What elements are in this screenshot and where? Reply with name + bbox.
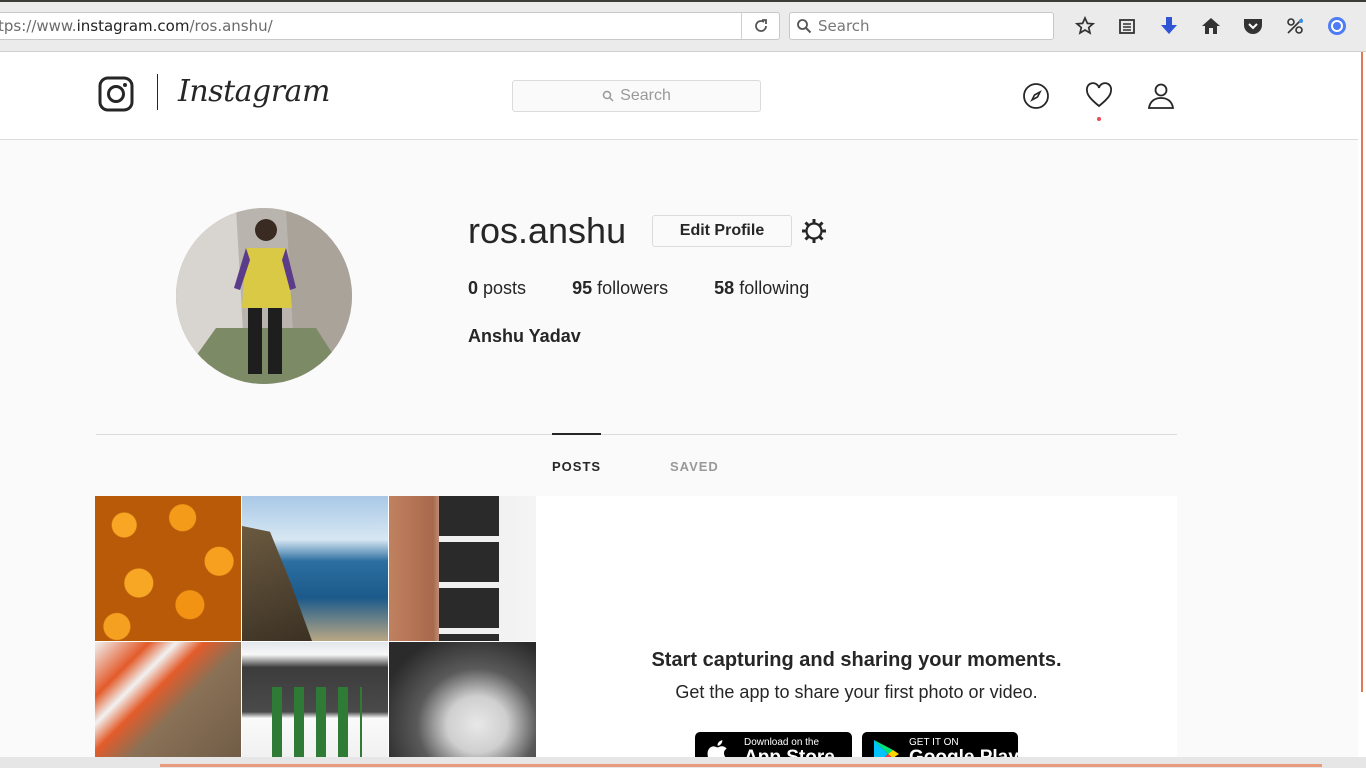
- puzzle-extension-icon: [1287, 18, 1303, 34]
- profile-username: ros.anshu: [468, 210, 627, 251]
- promo-title: Start capturing and sharing your moments…: [651, 649, 1062, 671]
- page-scrollbar[interactable]: [1358, 52, 1366, 768]
- following-label: following: [739, 278, 810, 298]
- star-icon: [1075, 16, 1095, 35]
- logo-divider: [157, 74, 158, 110]
- browser-search-placeholder: Search: [818, 17, 870, 35]
- browser-toolbar: tps://www.instagram.com/ros.anshu/ Searc…: [0, 0, 1366, 52]
- search-icon: [797, 19, 812, 34]
- download-arrow-icon: [1161, 17, 1177, 34]
- profile-stats: 0 posts 95 followers 58 following: [468, 278, 855, 299]
- address-bar[interactable]: tps://www.instagram.com/ros.anshu/: [0, 12, 780, 40]
- posts-count: 0: [468, 278, 479, 298]
- tab-posts[interactable]: POSTS: [552, 459, 601, 474]
- profile-avatar[interactable]: [176, 208, 352, 384]
- followers-label: followers: [597, 278, 669, 298]
- sample-photo-dog: [95, 642, 241, 768]
- sample-photo-photobooth-strip: [389, 496, 536, 641]
- extension-button[interactable]: [1274, 12, 1316, 40]
- get-app-promo: Start capturing and sharing your moments…: [536, 496, 1177, 768]
- sample-photo-baby: [389, 642, 536, 768]
- instagram-wordmark[interactable]: Instagram: [178, 74, 330, 109]
- pocket-icon: [1244, 19, 1262, 34]
- bookmark-star-button[interactable]: [1064, 12, 1106, 40]
- browser-toolbar-icons: [1064, 12, 1358, 40]
- promo-subtitle: Get the app to share your first photo or…: [675, 682, 1038, 702]
- shield-badge-icon: [1328, 17, 1346, 35]
- window-top-border: [0, 0, 1366, 2]
- search-icon: [602, 90, 614, 102]
- search-placeholder: Search: [620, 87, 671, 104]
- address-text[interactable]: tps://www.instagram.com/ros.anshu/: [0, 17, 273, 35]
- following-stat[interactable]: 58 following: [714, 278, 809, 299]
- notification-dot: [1097, 117, 1101, 121]
- tabs-divider: [96, 434, 1177, 435]
- profile-full-name: Anshu Yadav: [468, 326, 581, 346]
- browser-search-box[interactable]: Search: [789, 12, 1054, 40]
- settings-gear-icon[interactable]: [800, 217, 828, 245]
- clipboard-icon: [1119, 19, 1135, 34]
- following-count: 58: [714, 278, 735, 298]
- profile-extension-button[interactable]: [1316, 12, 1358, 40]
- followers-stat[interactable]: 95 followers: [572, 278, 668, 299]
- reading-list-button[interactable]: [1106, 12, 1148, 40]
- followers-count: 95: [572, 278, 593, 298]
- bottom-edge-bar: [0, 757, 1366, 768]
- active-tab-indicator: [552, 433, 601, 435]
- instagram-camera-logo-icon[interactable]: [98, 76, 134, 112]
- posts-label: posts: [483, 278, 527, 298]
- pocket-button[interactable]: [1232, 12, 1274, 40]
- instagram-header: Instagram Search: [0, 52, 1358, 140]
- edit-profile-button[interactable]: Edit Profile: [652, 215, 792, 247]
- sample-photo-cactus: [242, 642, 388, 768]
- tab-saved[interactable]: SAVED: [670, 459, 719, 474]
- home-button[interactable]: [1190, 12, 1232, 40]
- instagram-search-input[interactable]: Search: [512, 80, 761, 112]
- sample-photo-grid: [95, 496, 536, 768]
- activity-heart-icon[interactable]: [1085, 82, 1113, 110]
- reload-button[interactable]: [741, 13, 779, 39]
- sample-photo-coast: [242, 496, 388, 641]
- profile-person-icon[interactable]: [1147, 82, 1175, 110]
- home-icon: [1202, 18, 1220, 34]
- avatar-photo: [176, 208, 352, 384]
- posts-stat: 0 posts: [468, 278, 526, 299]
- sample-photo-oranges: [95, 496, 241, 641]
- downloads-button[interactable]: [1148, 12, 1190, 40]
- explore-compass-icon[interactable]: [1022, 82, 1050, 110]
- reload-icon: [754, 19, 767, 32]
